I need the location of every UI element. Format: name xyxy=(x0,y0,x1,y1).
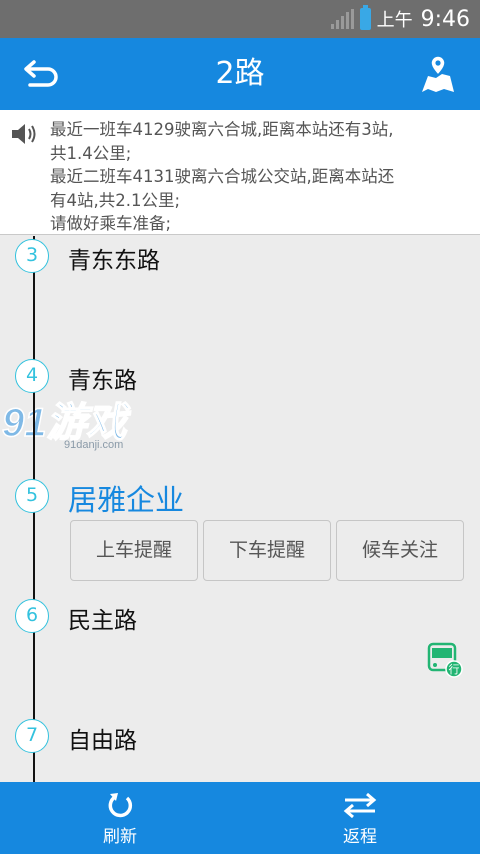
notice-line: 共1.4公里; xyxy=(50,143,132,163)
map-pin-icon xyxy=(422,55,454,92)
notice-text: 最近一班车4129驶离六合城,距离本站还有3站, 共1.4公里; 最近二班车41… xyxy=(50,118,470,236)
title-bar: 2路 xyxy=(0,38,480,110)
watermark-domain: 91danji.com xyxy=(64,439,123,451)
battery-icon xyxy=(359,5,371,30)
status-ampm: 上午 xyxy=(376,10,413,31)
station-number: 4 xyxy=(15,359,49,393)
notice-line: 有4站,共2.1公里; xyxy=(50,190,181,210)
station-item[interactable]: 6 民主路 xyxy=(0,599,480,639)
notice-line: 请做好乘车准备; xyxy=(50,214,172,233)
station-name: 青东东路 xyxy=(68,248,160,274)
station-number: 6 xyxy=(15,599,49,633)
station-item-selected[interactable]: 5 居雅企业 xyxy=(0,479,480,519)
station-name: 自由路 xyxy=(68,728,137,754)
map-button[interactable] xyxy=(418,52,458,96)
refresh-label: 刷新 xyxy=(103,827,137,847)
signal-icon xyxy=(330,9,354,29)
station-number: 5 xyxy=(15,479,49,513)
station-name: 青东路 xyxy=(68,368,137,394)
notice-line: 最近一班车4129驶离六合城,距离本站还有3站, xyxy=(50,120,394,139)
station-item[interactable]: 7 自由路 xyxy=(0,719,480,759)
arrival-notice: 最近一班车4129驶离六合城,距离本站还有3站, 共1.4公里; 最近二班车41… xyxy=(0,110,480,235)
station-item[interactable]: 3 青东东路 xyxy=(0,239,480,279)
bus-icon: 行 xyxy=(427,642,463,678)
station-number: 7 xyxy=(15,719,49,753)
speaker-icon xyxy=(12,124,36,144)
station-number: 3 xyxy=(15,239,49,273)
watermark-logo: 91游戏 91danji.com xyxy=(2,400,132,451)
swap-arrows-icon xyxy=(343,792,377,819)
boarding-reminder-button[interactable]: 上车提醒 xyxy=(70,520,198,581)
status-time: 9:46 xyxy=(420,6,470,32)
refresh-button[interactable]: 刷新 xyxy=(60,782,180,854)
alighting-reminder-button[interactable]: 下车提醒 xyxy=(203,520,331,581)
station-name: 居雅企业 xyxy=(68,483,185,517)
notice-line: 最近二班车4131驶离六合城公交站,距离本站还 xyxy=(50,167,395,186)
status-bar: 上午 9:46 xyxy=(0,0,480,38)
return-trip-button[interactable]: 返程 xyxy=(300,782,420,854)
page-title: 2路 xyxy=(215,56,265,91)
station-name: 民主路 xyxy=(68,608,137,634)
bus-badge-text: 行 xyxy=(449,663,460,676)
return-label: 返程 xyxy=(343,827,377,847)
refresh-icon xyxy=(108,793,133,818)
bottom-bar: 刷新 返程 xyxy=(0,782,480,854)
wait-follow-button[interactable]: 候车关注 xyxy=(336,520,464,581)
station-item[interactable]: 4 青东路 xyxy=(0,359,480,399)
